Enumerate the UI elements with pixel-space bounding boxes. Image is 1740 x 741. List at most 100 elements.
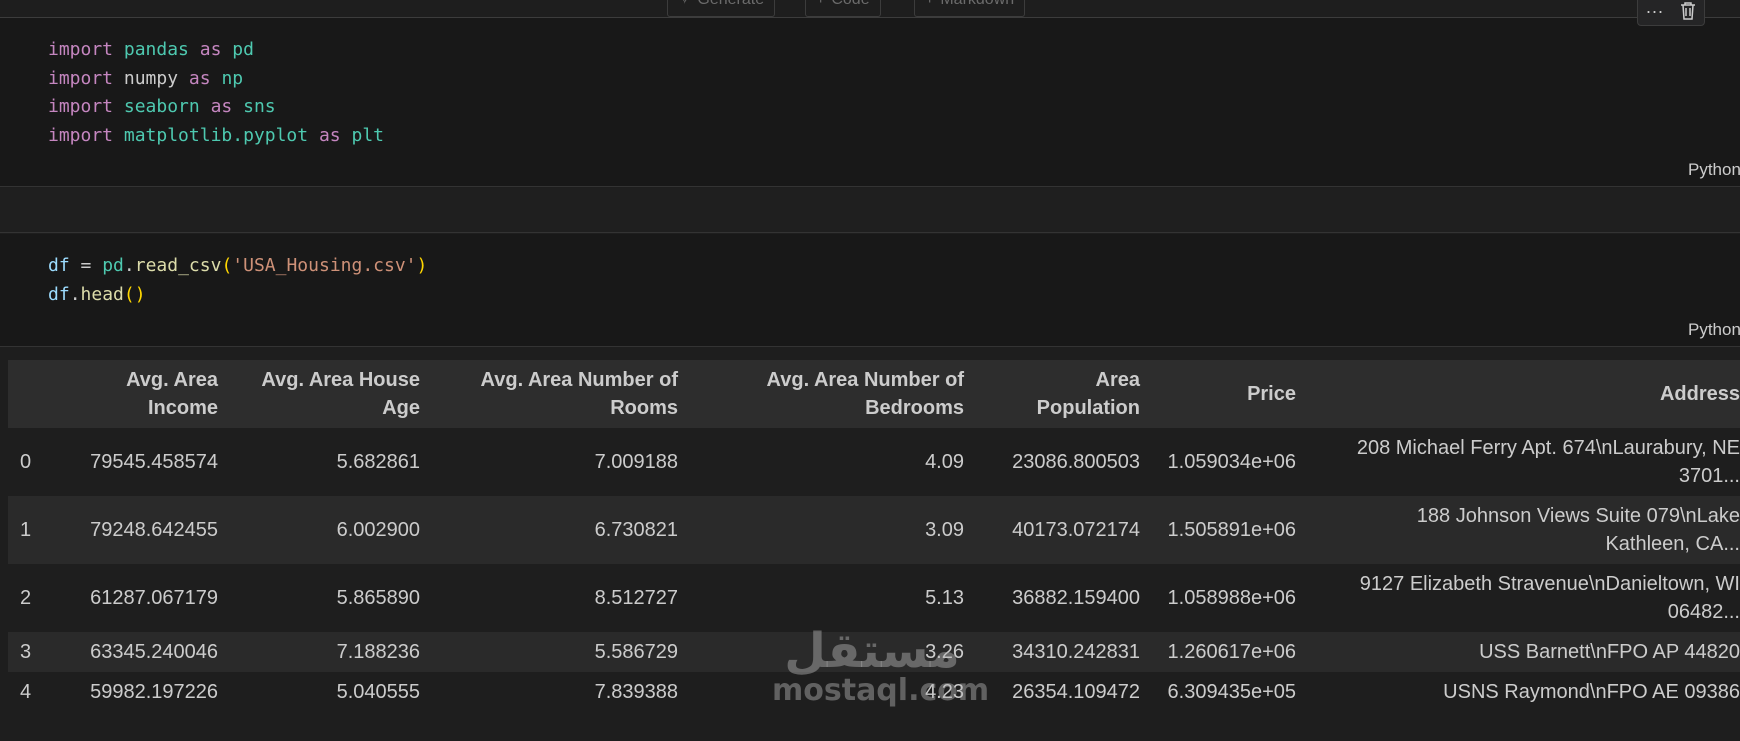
row-index: 0 <box>20 451 32 473</box>
cell-address: USNS Raymond\nFPO AE 09386 <box>1443 681 1740 703</box>
bracket: () <box>123 283 146 305</box>
keyword: as <box>188 67 211 89</box>
cell-population: 36882.159400 <box>1012 587 1140 609</box>
cell-price: 1.260617e+06 <box>1167 641 1296 663</box>
index-header <box>8 360 60 428</box>
function-name: read_csv <box>134 255 222 276</box>
cell-house-age: 5.682861 <box>336 451 420 473</box>
module-alias: pd <box>102 255 124 276</box>
row-index: 1 <box>20 519 32 541</box>
cell-house-age: 7.188236 <box>336 641 420 663</box>
cell-income: 63345.240046 <box>90 641 218 663</box>
cell-bedrooms: 4.09 <box>925 451 964 473</box>
keyword: import <box>48 39 114 60</box>
string-literal: 'USA_Housing.csv' <box>232 255 417 276</box>
table-row: 2 61287.067179 5.865890 8.512727 5.13 36… <box>8 564 1740 632</box>
table-header-row: Avg. Area Income Avg. Area House Age Avg. … <box>8 360 1740 428</box>
cell-price: 1.058988e+06 <box>1167 587 1296 609</box>
add-markdown-cell-button[interactable]: + Markdown <box>914 0 1026 17</box>
column-header: Avg. Area Number of Bedrooms <box>766 369 964 419</box>
cell-rooms: 5.586729 <box>594 641 678 663</box>
keyword: import <box>48 96 114 117</box>
keyword: import <box>48 124 114 146</box>
generate-label: Generate <box>697 0 764 8</box>
bracket: ( <box>221 255 233 276</box>
cell-price: 6.309435e+05 <box>1167 681 1296 703</box>
code-line: import seaborn as sns <box>48 93 384 122</box>
column-header: Avg. Area House Age <box>261 369 420 419</box>
module-name: pandas <box>123 39 189 60</box>
keyword: as <box>210 96 233 117</box>
code-line: df = pd.read_csv('USA_Housing.csv') <box>48 252 427 281</box>
column-header: Address <box>1659 383 1740 405</box>
cell-rooms: 7.009188 <box>594 451 678 473</box>
row-index: 4 <box>20 681 32 703</box>
watermark: مستقل mostaql.com <box>772 623 990 708</box>
column-header: Avg. Area Income <box>126 369 218 419</box>
cell-price: 1.505891e+06 <box>1167 519 1296 541</box>
dot: . <box>123 255 135 276</box>
column-header: Price <box>1247 383 1296 405</box>
code-editor[interactable]: df = pd.read_csv('USA_Housing.csv') df.he… <box>48 252 427 309</box>
row-index: 2 <box>20 587 32 609</box>
watermark-arabic: مستقل <box>784 623 960 679</box>
cell-bedrooms: 5.13 <box>925 587 964 609</box>
cell-income: 79545.458574 <box>90 451 218 473</box>
table-row: 1 79248.642455 6.002900 6.730821 3.09 40… <box>8 496 1740 564</box>
bracket: ) <box>416 255 428 276</box>
variable: df <box>48 255 70 276</box>
module-alias: pd <box>232 39 254 60</box>
operator: = <box>69 255 103 276</box>
cell-rooms: 7.839388 <box>594 681 678 703</box>
cell-address: USS Barnett\nFPO AP 44820 <box>1479 641 1740 663</box>
cell-price: 1.059034e+06 <box>1167 451 1296 473</box>
plus-icon: + <box>925 0 934 8</box>
variable: df <box>48 283 70 305</box>
cell-rooms: 6.730821 <box>594 519 678 541</box>
cell-separator <box>0 188 1740 233</box>
cell-bedrooms: 3.09 <box>925 519 964 541</box>
cell-insert-bar: ✧ Generate + Code + Markdown <box>0 0 1740 18</box>
code-editor[interactable]: import pandas as pd import numpy as np imp… <box>48 36 384 150</box>
code-line: df.head() <box>48 281 427 310</box>
keyword: as <box>318 124 341 146</box>
add-code-cell-button[interactable]: + Code <box>805 0 881 17</box>
code-cell-imports[interactable]: import pandas as pd import numpy as np imp… <box>0 18 1740 187</box>
module-name: matplotlib.pyplot <box>123 124 309 146</box>
table-row: 0 79545.458574 5.682861 7.009188 4.09 23… <box>8 428 1740 496</box>
cell-income: 61287.067179 <box>90 587 218 609</box>
module-name: seaborn <box>123 96 200 117</box>
cell-house-age: 5.865890 <box>336 587 420 609</box>
row-index: 3 <box>20 641 32 663</box>
function-name: head <box>80 283 124 305</box>
cell-population: 23086.800503 <box>1012 451 1140 473</box>
trash-icon[interactable] <box>1675 0 1701 23</box>
cell-population: 34310.242831 <box>1012 641 1140 663</box>
keyword: import <box>48 67 114 89</box>
cell-rooms: 8.512727 <box>594 587 678 609</box>
column-header: Avg. Area Number of Rooms <box>480 369 678 419</box>
markdown-label: Markdown <box>940 0 1014 8</box>
code-line: import numpy as np <box>48 65 384 94</box>
generate-button[interactable]: ✧ Generate <box>667 0 776 17</box>
cell-population: 40173.072174 <box>1012 519 1140 541</box>
module-alias: np <box>221 67 244 89</box>
cell-address: 208 Michael Ferry Apt. 674\nLaurabury, N… <box>1356 437 1740 487</box>
cell-population: 26354.109472 <box>1012 681 1140 703</box>
cell-address: 188 Johnson Views Suite 079\nLake Kathlee… <box>1416 505 1740 555</box>
cell-income: 79248.642455 <box>90 519 218 541</box>
code-cell-read-csv[interactable]: df = pd.read_csv('USA_Housing.csv') df.he… <box>0 234 1740 347</box>
cell-language-label[interactable]: Python <box>1688 160 1740 180</box>
cell-language-label[interactable]: Python <box>1688 320 1740 340</box>
cell-house-age: 5.040555 <box>336 681 420 703</box>
code-line: import pandas as pd <box>48 36 384 65</box>
cell-income: 59982.197226 <box>90 681 218 703</box>
code-label: Code <box>831 0 869 8</box>
sparkle-icon: ✧ <box>678 0 691 8</box>
module-alias: sns <box>243 96 276 117</box>
more-actions-icon[interactable]: ··· <box>1642 0 1668 23</box>
watermark-latin: mostaql.com <box>772 673 990 708</box>
column-header: Area Population <box>1036 369 1140 419</box>
cell-toolbar: ··· <box>1637 0 1705 26</box>
module-alias: plt <box>351 124 384 146</box>
